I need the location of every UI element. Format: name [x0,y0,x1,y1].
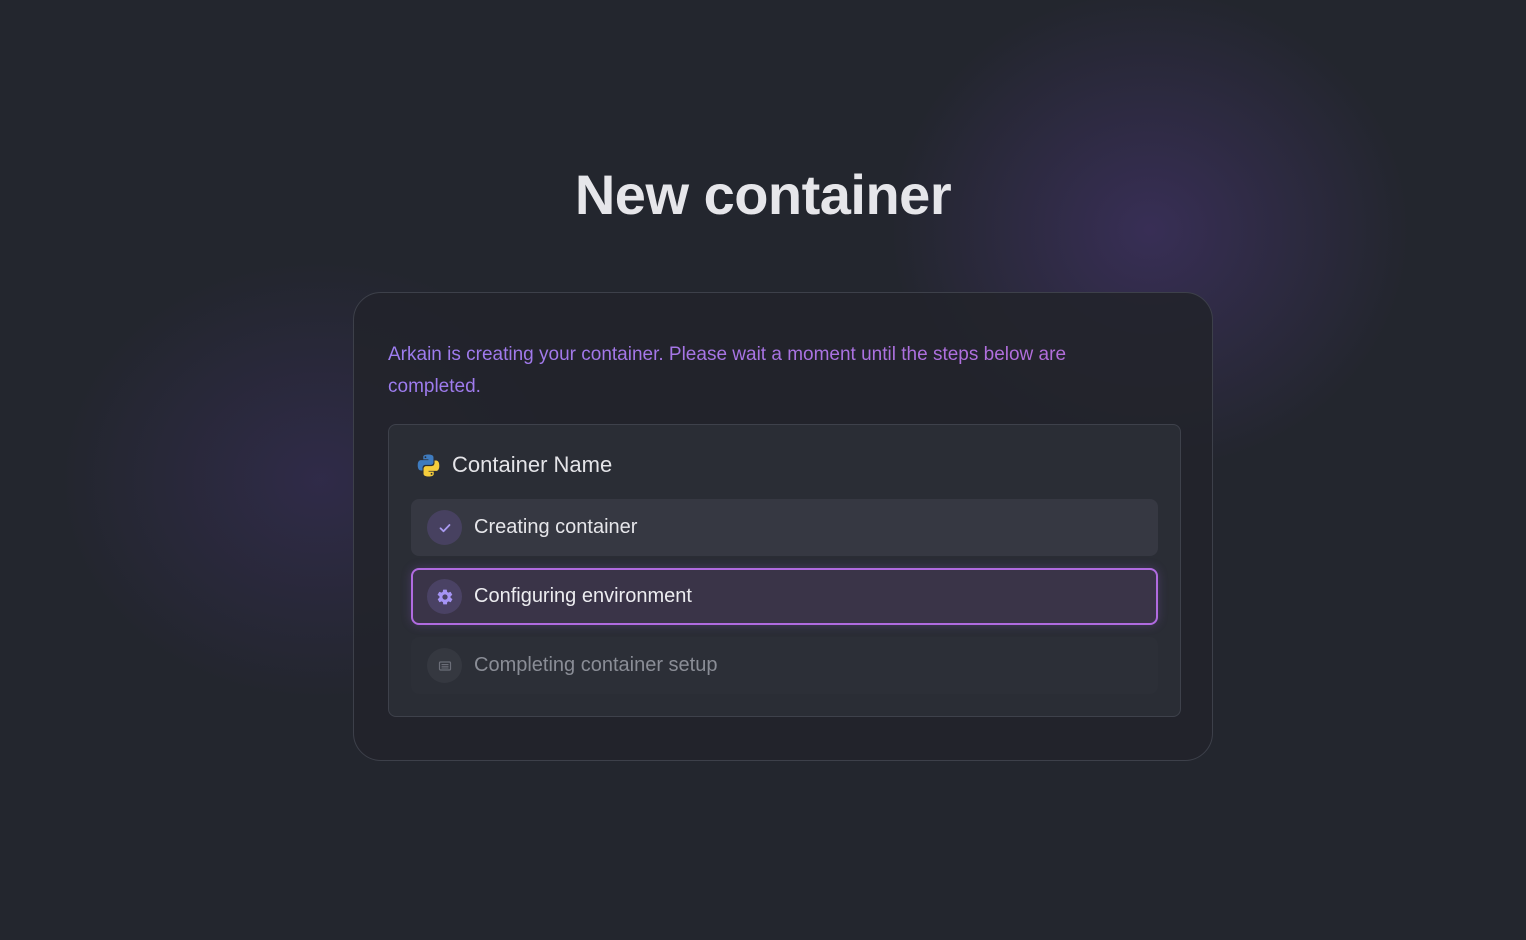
step-status-badge [427,510,462,545]
container-progress-card: Arkain is creating your container. Pleas… [353,292,1213,761]
container-header: Container Name [415,451,612,479]
python-icon [415,452,442,479]
container-name: Container Name [452,452,613,477]
step-creating-container: Creating container [411,499,1158,556]
step-label: Completing container setup [474,654,718,676]
progress-message: Arkain is creating your container. Pleas… [388,339,1148,403]
step-label: Configuring environment [474,585,692,607]
check-icon [439,523,450,532]
gear-icon [437,589,452,604]
page-title: New container [574,163,952,226]
server-icon [438,660,451,671]
step-status-badge [427,648,462,683]
container-steps-panel: Container Name Creating container Config… [388,424,1181,717]
step-completing-setup: Completing container setup [411,637,1158,694]
new-container-page: New container Arkain is creating your co… [0,0,1526,940]
step-configuring-environment: Configuring environment [411,568,1158,625]
step-label: Creating container [474,516,638,538]
step-status-badge [427,579,462,614]
